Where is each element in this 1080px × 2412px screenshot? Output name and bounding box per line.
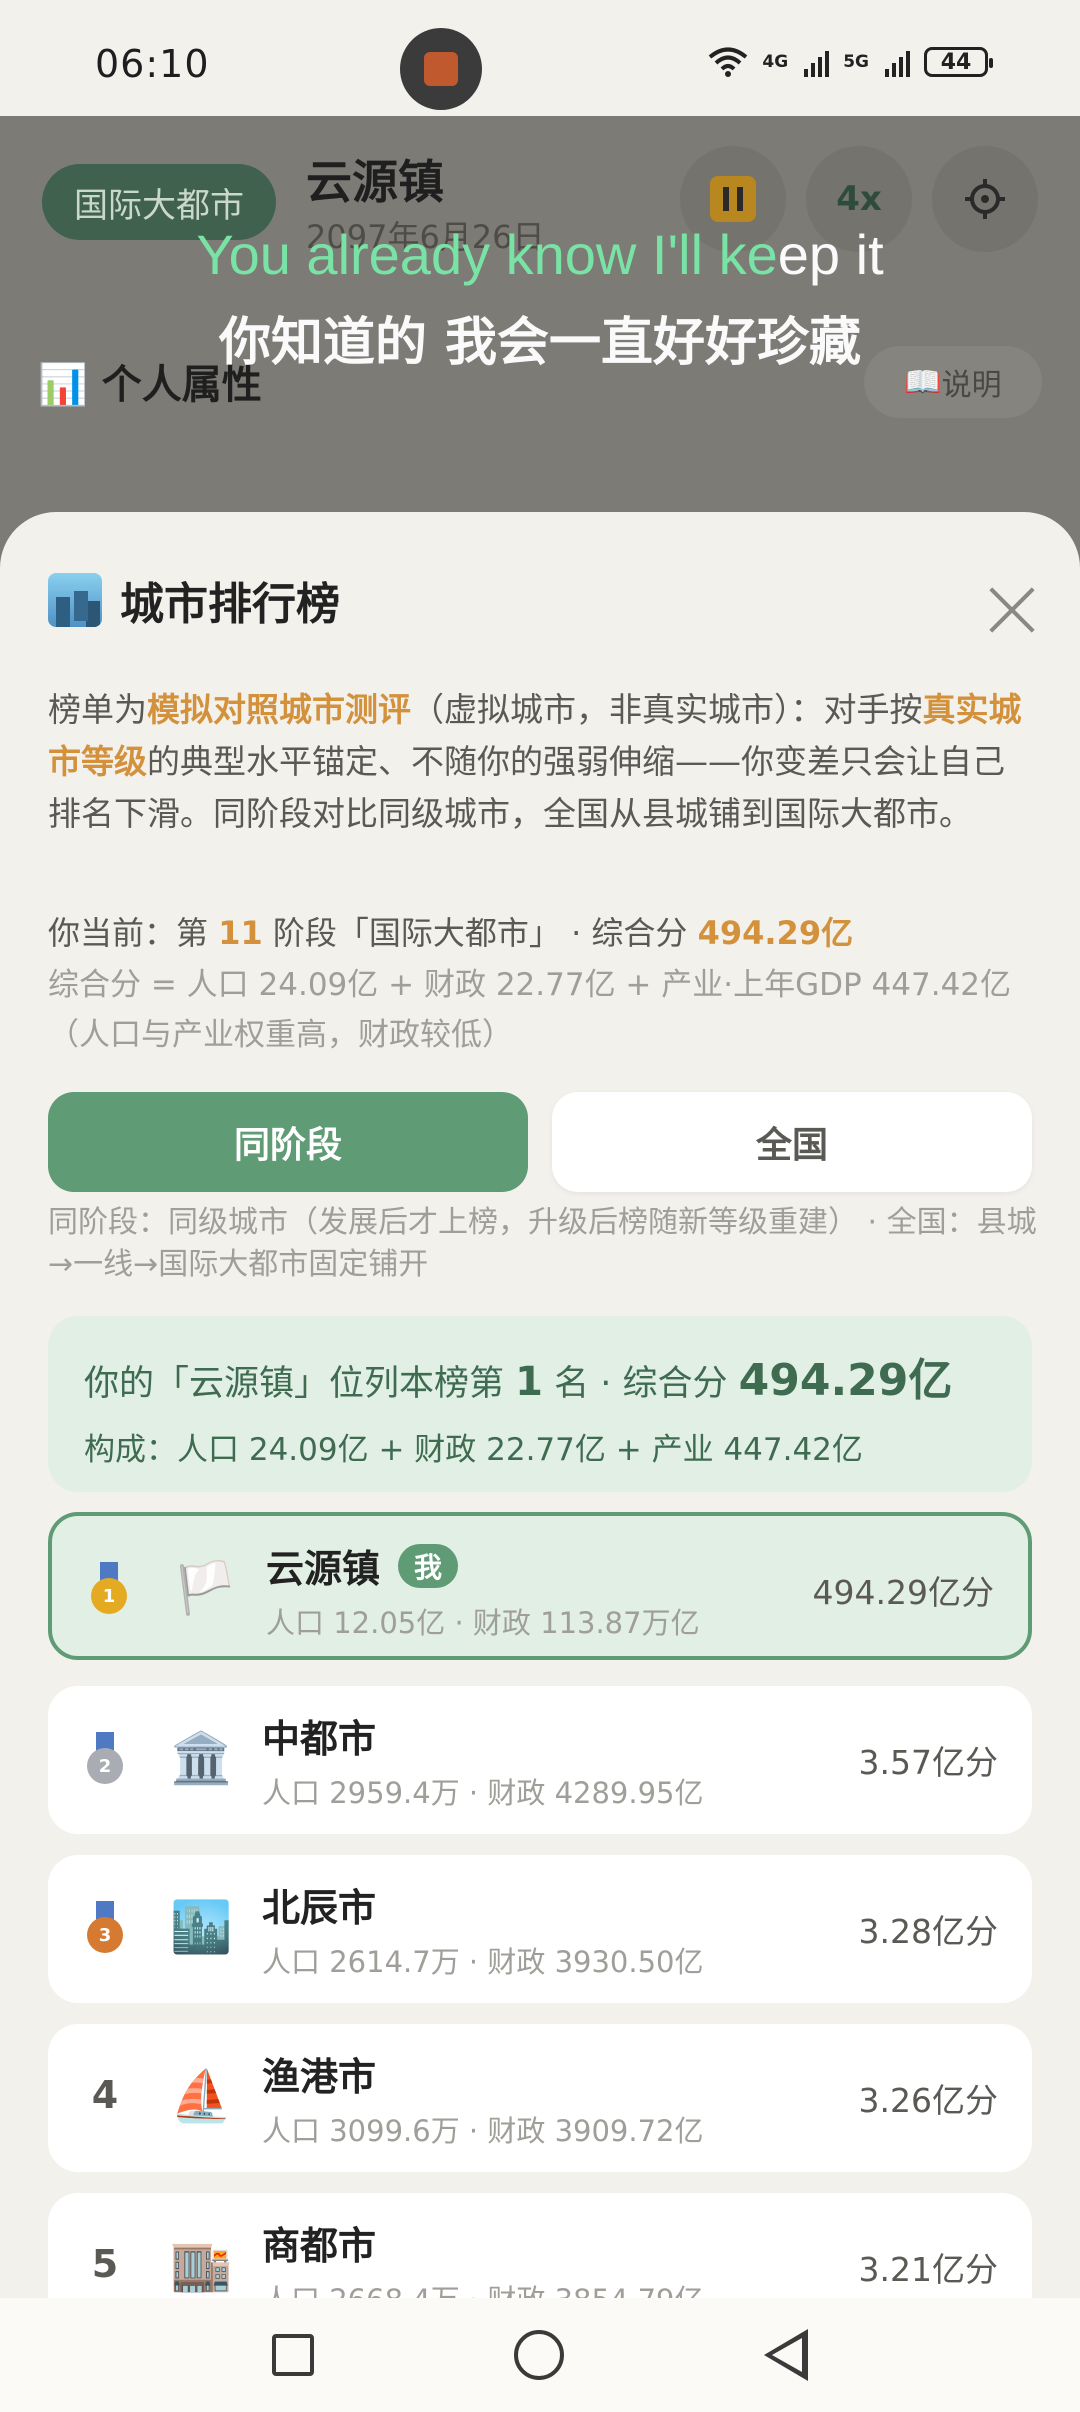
lyric-line-english: You already know I'll keep it	[196, 223, 884, 286]
score-formula: 综合分 = 人口 24.09亿 + 财政 22.77亿 + 产业·上年GDP 4…	[48, 967, 1012, 1053]
city-score: 3.21亿分	[858, 2250, 998, 2289]
classical-building-icon: 🏛️	[170, 1729, 233, 1787]
gear-icon	[965, 179, 1005, 219]
summary-breakdown: 构成：人口 24.09亿 + 财政 22.77亿 + 产业 447.42亿	[84, 1432, 863, 1468]
rank-number: 5	[91, 2242, 119, 2286]
home-button-icon[interactable]	[514, 2330, 564, 2380]
city-name: 中都市	[262, 1717, 377, 1761]
silver-medal-icon	[80, 1722, 130, 1792]
city-score: 3.26亿分	[858, 2081, 998, 2120]
my-rank-summary: 你的「云源镇」位列本榜第 1 名 · 综合分 494.29亿 构成：人口 24.…	[48, 1316, 1032, 1492]
cityscape-icon	[48, 573, 102, 627]
city-name: 商都市	[262, 2224, 377, 2268]
city-score: 3.57亿分	[858, 1743, 998, 1782]
gold-medal-icon	[84, 1552, 134, 1622]
city-stats: 人口 2614.7万 · 财政 3930.50亿	[262, 1945, 704, 1979]
city-name: 北辰市	[262, 1886, 377, 1930]
table-row[interactable]: 🏛️ 中都市 人口 2959.4万 · 财政 4289.95亿 3.57亿分	[48, 1686, 1032, 1834]
network-5g-label: 5G	[843, 52, 869, 72]
status-bar: 06:10 4G 5G 44	[0, 0, 1080, 116]
floating-media-bubble[interactable]	[400, 28, 482, 110]
ranking-sheet: 城市排行榜 榜单为模拟对照城市测评（虚拟城市，非真实城市）：对手按真实城市等级的…	[0, 512, 1080, 2412]
department-store-icon: 🏬	[170, 2236, 233, 2294]
close-icon[interactable]	[988, 586, 1036, 634]
system-navigation-bar	[0, 2298, 1080, 2412]
signal-icon-2	[885, 47, 910, 77]
battery-icon: 44	[924, 47, 993, 77]
city-score: 494.29亿分	[812, 1573, 994, 1612]
back-button-icon[interactable]	[764, 2329, 808, 2381]
summary-line: 你的「云源镇」位列本榜第 1 名 · 综合分 494.29亿	[84, 1355, 953, 1406]
city-stats: 人口 3099.6万 · 财政 3909.72亿	[262, 2114, 704, 2148]
tab-same-stage[interactable]: 同阶段	[48, 1092, 528, 1192]
signal-icon	[804, 47, 830, 77]
recents-button-icon[interactable]	[272, 2334, 314, 2376]
media-thumbnail-icon	[424, 52, 458, 86]
city-name: 渔港市	[262, 2055, 377, 2099]
ranking-description: 榜单为模拟对照城市测评（虚拟城市，非真实城市）：对手按真实城市等级的典型水平锚定…	[48, 690, 1022, 833]
wifi-icon	[709, 47, 748, 77]
city-stats: 人口 2959.4万 · 财政 4289.95亿	[262, 1776, 704, 1810]
tab-nationwide[interactable]: 全国	[552, 1092, 1032, 1192]
sailboat-icon: ⛵	[170, 2067, 233, 2125]
city-stats: 人口 12.05亿 · 财政 113.87万亿	[266, 1606, 700, 1640]
table-row[interactable]: 4 ⛵ 渔港市 人口 3099.6万 · 财政 3909.72亿 3.26亿分	[48, 2024, 1032, 2172]
white-flag-icon: 🏳️	[174, 1559, 237, 1617]
city-name: 云源镇我	[266, 1538, 459, 1593]
rank-number: 4	[91, 2073, 119, 2117]
tab-hint: 同阶段：同级城市（发展后才上榜，升级后榜随新等级重建） · 全国：县城→一线→国…	[48, 1205, 1037, 1282]
sheet-title: 城市排行榜	[48, 568, 340, 632]
me-badge: 我	[398, 1543, 459, 1588]
network-4g-label: 4G	[762, 52, 789, 72]
table-row[interactable]: 🏙️ 北辰市 人口 2614.7万 · 财政 3930.50亿 3.28亿分	[48, 1855, 1032, 2003]
town-name: 云源镇	[306, 155, 444, 209]
bronze-medal-icon	[80, 1891, 130, 1961]
city-score: 3.28亿分	[858, 1912, 998, 1951]
current-stage-line: 你当前：第 11 阶段「国际大都市」 · 综合分 494.29亿	[48, 914, 854, 952]
status-icons: 4G 5G 44	[708, 46, 993, 78]
lyric-line-chinese: 你知道的 我会一直好好珍藏	[218, 313, 862, 373]
table-row[interactable]: 🏳️ 云源镇我 人口 12.05亿 · 财政 113.87万亿 494.29亿分	[48, 1512, 1032, 1660]
status-time: 06:10	[95, 42, 210, 86]
pause-icon	[710, 176, 756, 222]
cityscape-icon: 🏙️	[170, 1898, 233, 1956]
